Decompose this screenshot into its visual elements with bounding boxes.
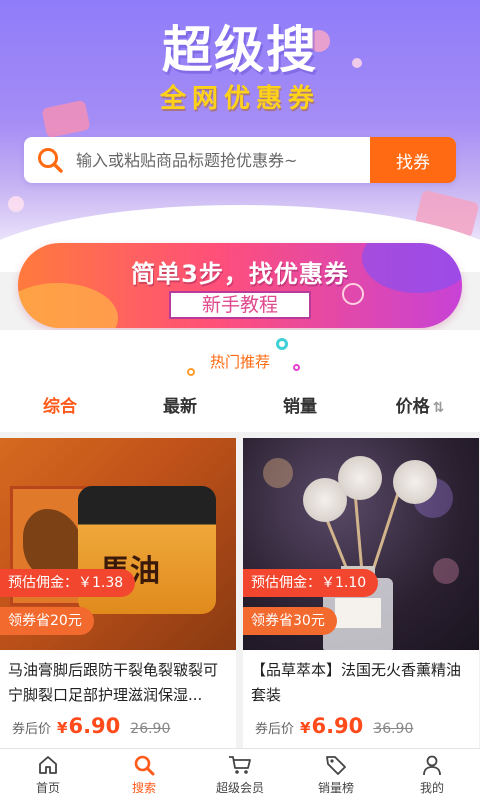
coupon-badge[interactable]: 领券省30元 — [243, 607, 337, 635]
sort-tabs: 综合 最新 销量 价格 ⇅ — [0, 382, 480, 432]
tutorial-banner[interactable]: 简单3步，找优惠券 新手教程 — [18, 243, 462, 328]
tab-latest[interactable]: 最新 — [120, 382, 240, 432]
search-page: 超级搜 全网优惠券 找券 简单3步，找优惠券 新手教程 热门推荐 综合 最新 — [0, 0, 480, 800]
bottle-label — [335, 598, 381, 628]
section-title: 热门推荐 — [209, 353, 270, 371]
banner-title: 简单3步，找优惠券 — [131, 260, 349, 288]
price-row: 券后价 ¥6.90 26.90 — [0, 708, 236, 738]
tab-comprehensive[interactable]: 综合 — [0, 382, 120, 432]
product-grid: 馬油 预估佣金：￥1.38 领券省20元 马油膏脚后跟防干裂龟裂皲裂可宁脚裂口足… — [0, 438, 480, 748]
commission-badge: 预估佣金：￥1.10 — [243, 569, 379, 597]
bokeh-light — [433, 558, 459, 584]
nav-profile[interactable]: 我的 — [384, 749, 480, 800]
flower — [338, 456, 382, 500]
coupon-price: ¥6.90 — [300, 714, 363, 738]
nav-label: 搜索 — [131, 781, 156, 795]
search-bar: 找券 — [24, 137, 456, 183]
price-label: 券后价 — [255, 722, 295, 737]
bubble-decoration — [8, 196, 24, 212]
home-icon — [36, 753, 60, 777]
currency-symbol: ¥ — [300, 719, 311, 737]
product-card[interactable]: 馬油 预估佣金：￥1.38 领券省20元 马油膏脚后跟防干裂龟裂皲裂可宁脚裂口足… — [0, 438, 236, 748]
search-icon — [24, 137, 76, 183]
commission-badge: 预估佣金：￥1.38 — [0, 569, 136, 597]
sort-icon: ⇅ — [432, 400, 445, 416]
tab-label: 最新 — [163, 397, 197, 417]
product-image: 馬油 预估佣金：￥1.38 领券省20元 — [0, 438, 236, 650]
nav-super-member[interactable]: 超级会员 — [192, 749, 288, 800]
coupon-price: ¥6.90 — [57, 714, 120, 738]
price-label: 券后价 — [12, 722, 52, 737]
hero-title: 超级搜 — [162, 21, 318, 79]
tutorial-button[interactable]: 新手教程 — [169, 291, 311, 319]
hero-subtitle: 全网优惠券 — [159, 84, 320, 114]
tab-sales[interactable]: 销量 — [240, 382, 360, 432]
hot-section-header: 热门推荐 — [0, 330, 480, 382]
nav-label: 我的 — [419, 781, 444, 795]
user-icon — [420, 753, 444, 777]
price-value: 6.90 — [68, 714, 121, 738]
banner-decoration — [18, 283, 118, 328]
currency-symbol: ¥ — [57, 719, 68, 737]
product-image: 预估佣金：￥1.10 领券省30元 — [243, 438, 479, 650]
product-title: 【品草萃本】法国无火香薰精油套装 — [251, 661, 462, 704]
hero-banner: 超级搜 全网优惠券 找券 — [0, 0, 480, 272]
tag-icon — [324, 753, 348, 777]
nav-home[interactable]: 首页 — [0, 749, 96, 800]
product-card[interactable]: 预估佣金：￥1.10 领券省30元 【品草萃本】法国无火香薰精油套装 券后价 ¥… — [243, 438, 479, 748]
cart-icon — [228, 753, 252, 777]
nav-search[interactable]: 搜索 — [96, 749, 192, 800]
search-icon — [132, 753, 156, 777]
flower — [393, 460, 437, 504]
bottom-nav: 首页 搜索 超级会员 销量榜 我的 — [0, 748, 480, 800]
search-input[interactable] — [76, 137, 370, 183]
bokeh-light — [263, 458, 293, 488]
nav-sales-rank[interactable]: 销量榜 — [288, 749, 384, 800]
nav-label: 销量榜 — [317, 781, 354, 795]
original-price: 26.90 — [130, 721, 171, 737]
find-coupon-button[interactable]: 找券 — [370, 137, 456, 183]
original-price: 36.90 — [373, 721, 414, 737]
coupon-badge[interactable]: 领券省20元 — [0, 607, 94, 635]
tab-label: 综合 — [43, 397, 77, 417]
price-row: 券后价 ¥6.90 36.90 — [243, 708, 479, 738]
product-title: 马油膏脚后跟防干裂龟裂皲裂可宁脚裂口足部护理滋润保湿... — [8, 661, 219, 704]
tab-label: 销量 — [283, 397, 317, 417]
price-value: 6.90 — [311, 714, 364, 738]
tab-label: 价格 — [395, 397, 430, 417]
nav-label: 首页 — [35, 781, 60, 795]
tab-price[interactable]: 价格 ⇅ — [360, 382, 480, 432]
nav-label: 超级会员 — [215, 781, 264, 795]
circle-decoration — [276, 338, 288, 350]
